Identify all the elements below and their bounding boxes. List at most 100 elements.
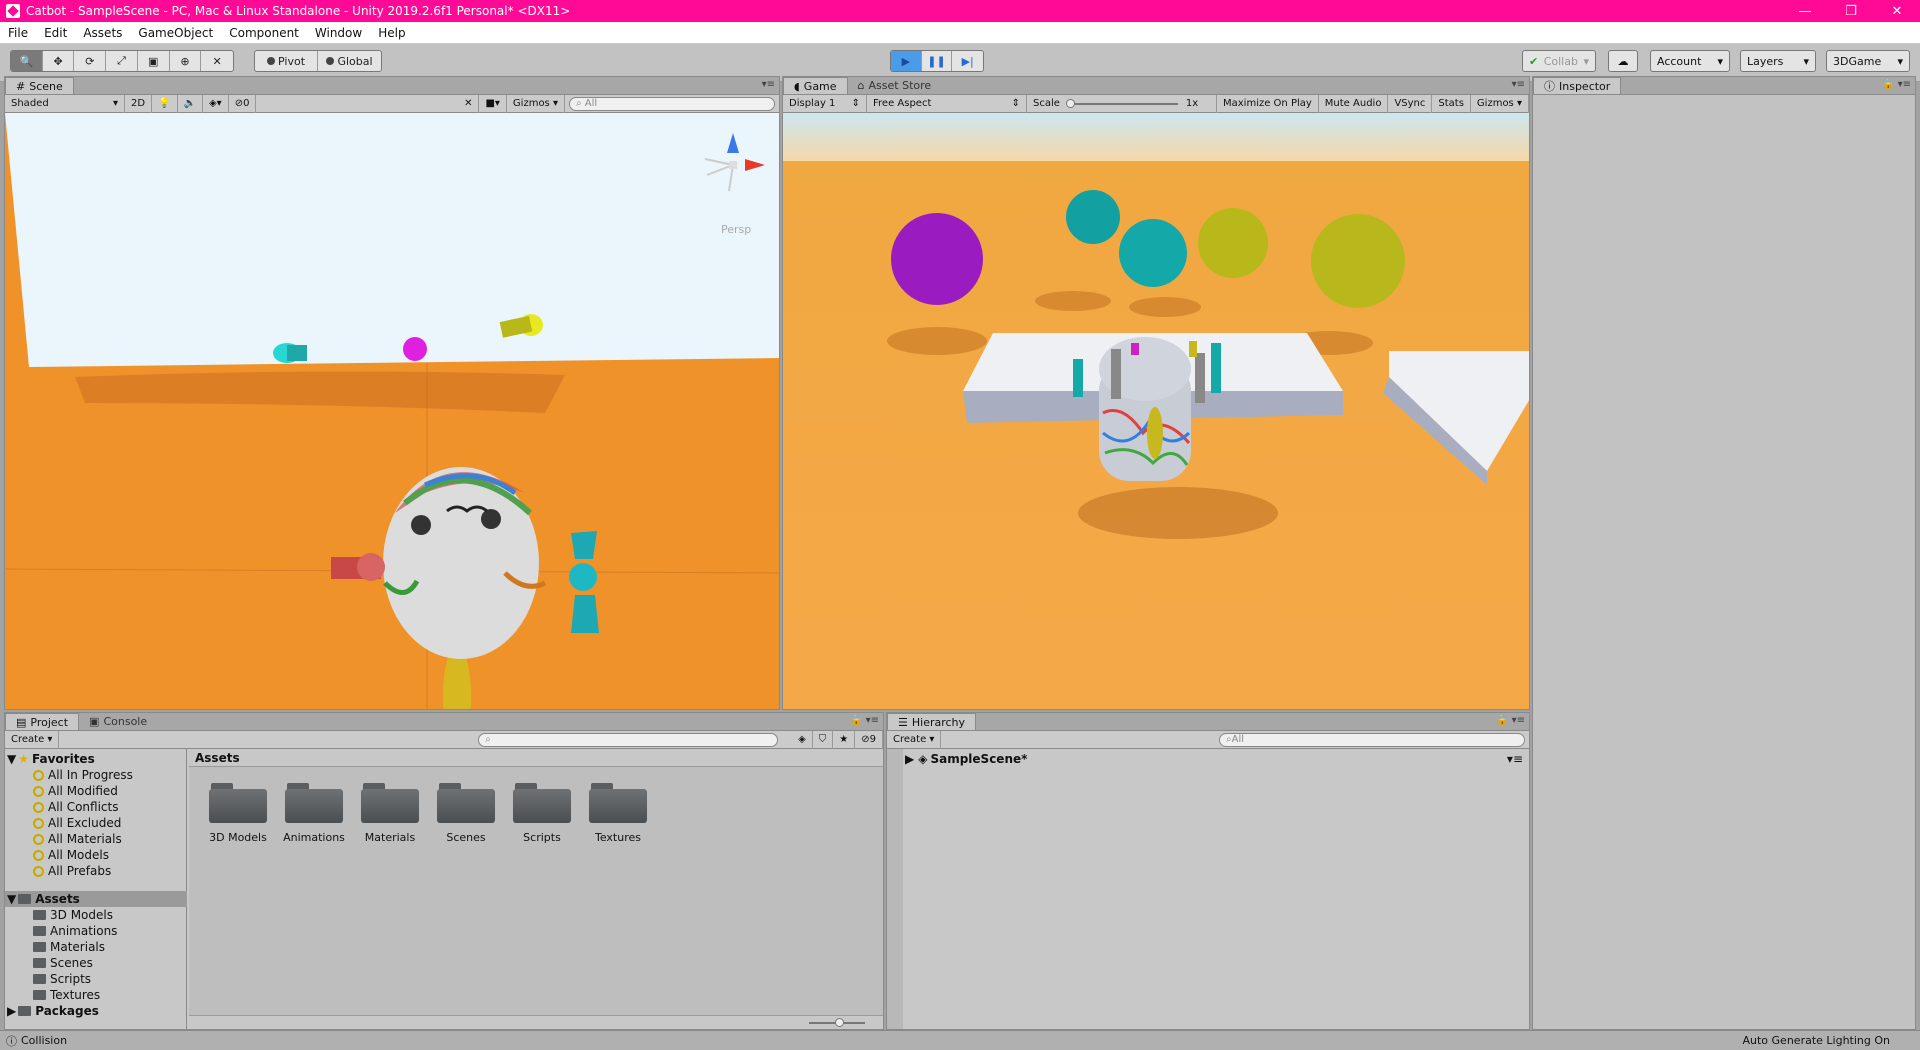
pivot-toggle[interactable]: Pivot: [255, 51, 319, 71]
folder-materials[interactable]: [361, 781, 419, 823]
menu-component[interactable]: Component: [221, 26, 307, 40]
asset-folder-item[interactable]: Materials: [33, 939, 105, 955]
status-message[interactable]: Collision: [21, 1034, 67, 1047]
lock-icon[interactable]: 🔒 ▾≡: [850, 715, 879, 726]
step-button[interactable]: ▶|: [952, 51, 983, 71]
scene-name: SampleScene*: [930, 752, 1028, 766]
favorite-item[interactable]: All Materials: [33, 831, 122, 847]
panel-menu-icon[interactable]: ▾≡: [762, 79, 775, 90]
scale-tool-button[interactable]: ⤢: [106, 51, 138, 71]
move-tool-button[interactable]: ✥: [43, 51, 75, 71]
game-viewport[interactable]: [783, 113, 1529, 709]
assets-breadcrumb[interactable]: Assets: [189, 749, 883, 767]
tab-game[interactable]: ◖ Game: [783, 77, 848, 94]
asset-folder-item[interactable]: Textures: [33, 987, 100, 1003]
lighting-toggle[interactable]: 💡: [152, 94, 178, 113]
panel-menu-icon[interactable]: ▾≡: [1512, 79, 1525, 90]
folder-animations[interactable]: [285, 781, 343, 823]
gizmos-dropdown[interactable]: Gizmos ▾: [507, 94, 565, 113]
lock-icon[interactable]: 🔒 ▾≡: [1882, 79, 1911, 90]
favorites-node[interactable]: ▼ ★ Favorites: [7, 751, 95, 767]
menu-file[interactable]: File: [0, 26, 36, 40]
asset-folder-item[interactable]: Scenes: [33, 955, 93, 971]
aspect-dropdown[interactable]: Free Aspect ⇕: [867, 94, 1027, 113]
filter-type-button[interactable]: ◈: [792, 730, 813, 749]
packages-node[interactable]: ▶ Packages: [7, 1003, 99, 1019]
asset-folder-item[interactable]: 3D Models: [33, 907, 113, 923]
game-gizmos-dropdown[interactable]: Gizmos ▾: [1471, 94, 1529, 113]
hierarchy-create-dropdown[interactable]: Create ▾: [887, 730, 942, 749]
favorite-item[interactable]: All Modified: [33, 783, 118, 799]
2d-toggle[interactable]: 2D: [125, 94, 153, 113]
maximize-on-play-toggle[interactable]: Maximize On Play: [1217, 94, 1319, 113]
cloud-button[interactable]: ☁: [1608, 50, 1638, 72]
icon-size-thumb[interactable]: [835, 1018, 844, 1027]
favorite-item[interactable]: All Prefabs: [33, 863, 111, 879]
project-create-dropdown[interactable]: Create ▾: [5, 730, 60, 749]
favorite-item[interactable]: All Conflicts: [33, 799, 118, 815]
restore-button[interactable]: ❐: [1828, 0, 1874, 22]
menu-window[interactable]: Window: [307, 26, 370, 40]
rect-tool-button[interactable]: ▣: [138, 51, 170, 71]
mute-audio-toggle[interactable]: Mute Audio: [1319, 94, 1389, 113]
tab-project[interactable]: ▤ Project: [5, 713, 80, 730]
stats-toggle[interactable]: Stats: [1432, 94, 1471, 113]
filter-label-button[interactable]: ⛉: [813, 730, 834, 749]
hierarchy-search-input[interactable]: ⌕ All: [1219, 732, 1525, 747]
menu-edit[interactable]: Edit: [36, 26, 75, 40]
close-button[interactable]: ✕: [1874, 0, 1920, 22]
menu-assets[interactable]: Assets: [75, 26, 130, 40]
scale-thumb[interactable]: [1065, 98, 1075, 108]
minimize-button[interactable]: —: [1782, 0, 1828, 22]
menu-help[interactable]: Help: [370, 26, 413, 40]
global-label: Global: [337, 54, 373, 68]
asset-folder-item[interactable]: Animations: [33, 923, 117, 939]
assets-node[interactable]: ▼ Assets: [5, 891, 187, 907]
tools-toggle[interactable]: ✕: [458, 94, 480, 113]
icon-size-slider[interactable]: [809, 1018, 865, 1027]
asset-folder-item[interactable]: Scripts: [33, 971, 91, 987]
custom-tool-button[interactable]: ✕: [201, 51, 233, 71]
persp-label[interactable]: Persp: [721, 223, 751, 236]
project-search-input[interactable]: ⌕: [478, 732, 779, 747]
transform-tool-button[interactable]: ⊕: [170, 51, 202, 71]
shading-mode-dropdown[interactable]: Shaded ▾: [5, 94, 125, 113]
effects-dropdown[interactable]: ◈▾: [203, 94, 229, 113]
hidden-objects-counter[interactable]: ⊘ 0: [229, 94, 257, 113]
tab-asset-store[interactable]: ⌂ Asset Store: [848, 77, 942, 94]
tab-scene[interactable]: # Scene: [5, 77, 74, 94]
favorite-item[interactable]: All Excluded: [33, 815, 121, 831]
rotate-tool-button[interactable]: ⟳: [74, 51, 107, 71]
camera-dropdown[interactable]: ■▾: [479, 94, 507, 113]
collab-dropdown[interactable]: ✔ Collab ▾: [1522, 50, 1596, 72]
folder-3d-models[interactable]: [209, 781, 267, 823]
layout-dropdown[interactable]: 3DGame ▾: [1826, 50, 1910, 72]
favorite-button[interactable]: ★: [833, 730, 856, 749]
play-button[interactable]: ▶: [891, 51, 922, 71]
global-toggle[interactable]: Global: [318, 51, 381, 71]
audio-toggle[interactable]: 🔈: [178, 94, 203, 113]
tab-console[interactable]: ▣ Console: [79, 713, 157, 730]
hidden-packages-toggle[interactable]: ⊘ 9: [855, 730, 883, 749]
lock-icon[interactable]: 🔒 ▾≡: [1496, 715, 1525, 726]
tab-inspector[interactable]: ⓘ Inspector: [1533, 77, 1622, 94]
scene-options-icon[interactable]: ▾≡: [1507, 752, 1523, 766]
folder-scenes[interactable]: [437, 781, 495, 823]
tab-hierarchy[interactable]: ☰ Hierarchy: [887, 713, 977, 730]
scene-viewport[interactable]: Persp: [5, 113, 779, 709]
favorite-item[interactable]: All Models: [33, 847, 109, 863]
hand-tool-button[interactable]: 🔍: [11, 51, 43, 71]
scene-search-input[interactable]: ⌕ All: [569, 96, 775, 111]
layers-dropdown[interactable]: Layers ▾: [1740, 50, 1816, 72]
account-dropdown[interactable]: Account ▾: [1650, 50, 1730, 72]
scene-root-row[interactable]: ▶ ◈ SampleScene* ▾≡: [905, 751, 1525, 767]
display-dropdown[interactable]: Display 1 ⇕: [783, 94, 867, 113]
pause-button[interactable]: ❚❚: [922, 51, 953, 71]
menu-gameobject[interactable]: GameObject: [130, 26, 221, 40]
favorite-item[interactable]: All In Progress: [33, 767, 133, 783]
folder-textures[interactable]: [589, 781, 647, 823]
scale-slider[interactable]: Scale 1x: [1027, 94, 1217, 113]
folder-scripts[interactable]: [513, 781, 571, 823]
vsync-toggle[interactable]: VSync: [1388, 94, 1433, 113]
scale-track[interactable]: [1065, 98, 1178, 108]
